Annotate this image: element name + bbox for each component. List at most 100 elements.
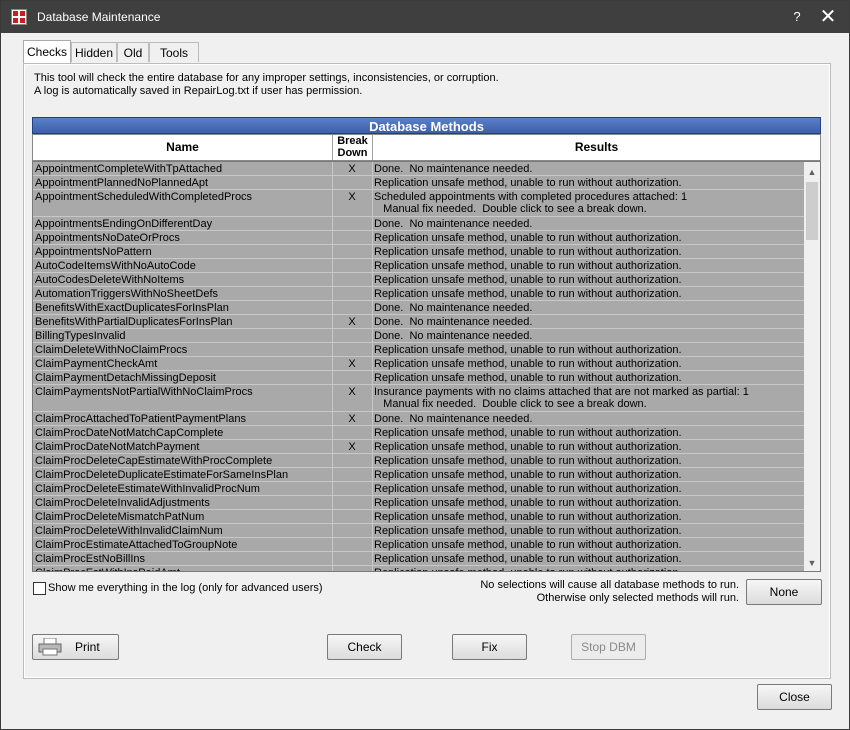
help-button[interactable]: ?	[787, 7, 807, 27]
grid-body: ClaimProcEstWithInsPaidAmt Replication un…	[32, 161, 821, 572]
show-log-checkbox[interactable]	[33, 582, 46, 595]
table-row[interactable]: ClaimProcDeleteWithInvalidClaimNum Replic…	[33, 524, 804, 538]
table-row[interactable]: ClaimPaymentsNotPartialWithNoClaimProcs X…	[33, 385, 804, 412]
method-name-cell: ClaimProcEstNoBillIns	[35, 553, 146, 565]
scroll-thumb[interactable]	[806, 182, 818, 240]
column-divider	[332, 162, 333, 571]
header-name: Name	[33, 135, 333, 160]
method-name-cell: ClaimProcEstWithInsPaidAmt	[35, 567, 331, 571]
tab-hidden[interactable]: Hidden	[71, 42, 117, 62]
method-name-cell: ClaimProcDateNotMatchPayment	[35, 441, 200, 453]
header-breakdown: Break Down	[333, 135, 373, 160]
breakdown-cell: X	[348, 386, 356, 398]
method-name-cell: ClaimProcDeleteEstimateWithInvalidProcNu…	[35, 483, 260, 495]
breakdown-cell: X	[348, 191, 356, 203]
method-name-cell: AppointmentsNoPattern	[35, 246, 152, 258]
header-results: Results	[574, 140, 619, 154]
method-name-cell: ClaimProcDeleteMismatchPatNum	[35, 511, 205, 523]
method-name-cell: ClaimProcDateNotMatchCapComplete	[35, 427, 224, 439]
result-cell: Replication unsafe method, unable to run…	[374, 427, 682, 439]
table-row[interactable]: BenefitsWithPartialDuplicatesForInsPlan X…	[33, 315, 804, 329]
result-cell: Scheduled appointments with completed pr…	[374, 191, 688, 215]
tab-old[interactable]: Old	[117, 42, 149, 62]
tab-checks[interactable]: Checks	[23, 40, 71, 63]
table-row[interactable]: AutoCodeItemsWithNoAutoCode Replication u…	[33, 259, 804, 273]
close-button[interactable]: Close	[757, 684, 832, 710]
table-row[interactable]: AppointmentPlannedNoPlannedApt Replicatio…	[33, 176, 804, 190]
result-cell: Replication unsafe method, unable to run…	[374, 288, 682, 300]
result-cell: Done. No maintenance needed.	[374, 413, 533, 425]
method-name-cell: AppointmentsNoDateOrProcs	[35, 232, 180, 244]
table-row[interactable]: ClaimProcAttachedToPatientPaymentPlans X D…	[33, 412, 804, 426]
result-cell: Done. No maintenance needed.	[374, 330, 533, 342]
print-label: Print	[75, 640, 100, 654]
scroll-down-arrow-icon[interactable]: ▼	[804, 555, 820, 571]
breakdown-cell: X	[348, 358, 356, 370]
table-row[interactable]: AppointmentScheduledWithCompletedProcs X S…	[33, 190, 804, 217]
result-cell: Done. No maintenance needed.	[374, 316, 533, 328]
table-row[interactable]: AppointmentCompleteWithTpAttached X Done. …	[33, 162, 804, 176]
result-cell: Replication unsafe method, unable to run…	[374, 469, 682, 481]
table-row[interactable]: ClaimProcDeleteDuplicateEstimateForSameI…	[33, 468, 804, 482]
print-button[interactable]: Print	[32, 634, 119, 660]
table-row[interactable]: ClaimProcDeleteMismatchPatNum Replication…	[33, 510, 804, 524]
table-row[interactable]: ClaimProcDateNotMatchPayment X Replication…	[33, 440, 804, 454]
title-bar: Database Maintenance ? ✕	[1, 1, 849, 33]
result-cell: Replication unsafe method, unable to run…	[374, 525, 682, 537]
method-name-cell: AutomationTriggersWithNoSheetDefs	[35, 288, 219, 300]
none-button[interactable]: None	[746, 579, 822, 605]
table-row[interactable]: ClaimProcEstNoBillIns Replication unsafe …	[33, 552, 804, 566]
result-cell: Done. No maintenance needed.	[374, 302, 533, 314]
result-cell: Replication unsafe method, unable to run…	[374, 539, 682, 551]
show-log-label: Show me everything in the log (only for …	[48, 582, 323, 594]
fix-button[interactable]: Fix	[452, 634, 527, 660]
info-line-2: A log is automatically saved in RepairLo…	[34, 85, 363, 97]
header-breakdown-line1: Break	[337, 135, 368, 147]
method-name-cell: ClaimProcDeleteWithInvalidClaimNum	[35, 525, 223, 537]
table-row[interactable]: BenefitsWithExactDuplicatesForInsPlan Don…	[33, 301, 804, 315]
table-row[interactable]: AppointmentsNoDateOrProcs Replication uns…	[33, 231, 804, 245]
stop-dbm-button[interactable]: Stop DBM	[571, 634, 646, 660]
method-name-cell: ClaimProcDeleteCapEstimateWithProcComple…	[35, 455, 273, 467]
check-button[interactable]: Check	[327, 634, 402, 660]
table-row[interactable]: ClaimDeleteWithNoClaimProcs Replication u…	[33, 343, 804, 357]
method-name-cell: AppointmentCompleteWithTpAttached	[35, 163, 223, 175]
result-cell: Replication unsafe method, unable to run…	[374, 232, 682, 244]
close-window-icon[interactable]: ✕	[817, 6, 839, 28]
table-row[interactable]: ClaimProcDeleteInvalidAdjustments Replica…	[33, 496, 804, 510]
result-cell: Replication unsafe method, unable to run…	[374, 511, 682, 523]
table-row[interactable]: ClaimProcDeleteEstimateWithInvalidProcNu…	[33, 482, 804, 496]
scroll-up-arrow-icon[interactable]: ▲	[804, 164, 820, 180]
table-row[interactable]: ClaimProcDeleteCapEstimateWithProcComple…	[33, 454, 804, 468]
method-name-cell: BenefitsWithPartialDuplicatesForInsPlan	[35, 316, 233, 328]
method-name-cell: AutoCodeItemsWithNoAutoCode	[35, 260, 196, 272]
table-row[interactable]: AutoCodesDeleteWithNoItems Replication un…	[33, 273, 804, 287]
result-cell: Replication unsafe method, unable to run…	[374, 483, 682, 495]
database-maintenance-window: Database Maintenance ? ✕ Checks Hidden O…	[0, 0, 850, 730]
table-row[interactable]: ClaimProcEstimateAttachedToGroupNote Repl…	[33, 538, 804, 552]
method-name-cell: ClaimDeleteWithNoClaimProcs	[35, 344, 188, 356]
app-icon	[11, 9, 27, 25]
table-row[interactable]: ClaimPaymentCheckAmt X Replication unsafe …	[33, 357, 804, 371]
method-name-cell: ClaimPaymentDetachMissingDeposit	[35, 372, 216, 384]
result-cell: Done. No maintenance needed.	[374, 218, 533, 230]
table-row[interactable]: AutomationTriggersWithNoSheetDefs Replica…	[33, 287, 804, 301]
result-cell: Replication unsafe method, unable to run…	[374, 455, 682, 467]
result-cell: Replication unsafe method, unable to run…	[374, 177, 682, 189]
method-name-cell: ClaimProcAttachedToPatientPaymentPlans	[35, 413, 246, 425]
table-row[interactable]: ClaimProcEstWithInsPaidAmt Replication un…	[33, 566, 804, 571]
result-cell: Replication unsafe method, unable to run…	[374, 358, 682, 370]
header-breakdown-line2: Down	[337, 147, 368, 159]
table-row[interactable]: ClaimPaymentDetachMissingDeposit Replicat…	[33, 371, 804, 385]
table-row[interactable]: BillingTypesInvalid Done. No maintenance …	[33, 329, 804, 343]
vertical-scrollbar[interactable]: ▲ ▼	[804, 162, 820, 571]
method-name-cell: AppointmentPlannedNoPlannedApt	[35, 177, 209, 189]
table-row[interactable]: AppointmentsNoPattern Replication unsafe …	[33, 245, 804, 259]
tab-tools[interactable]: Tools	[149, 42, 199, 62]
column-divider	[372, 162, 373, 571]
result-cell: Replication unsafe method, unable to run…	[374, 553, 682, 565]
table-row[interactable]: AppointmentsEndingOnDifferentDay Done. No…	[33, 217, 804, 231]
method-name-cell: BillingTypesInvalid	[35, 330, 126, 342]
table-row[interactable]: ClaimProcDateNotMatchCapComplete Replicat…	[33, 426, 804, 440]
breakdown-cell: X	[348, 441, 356, 453]
